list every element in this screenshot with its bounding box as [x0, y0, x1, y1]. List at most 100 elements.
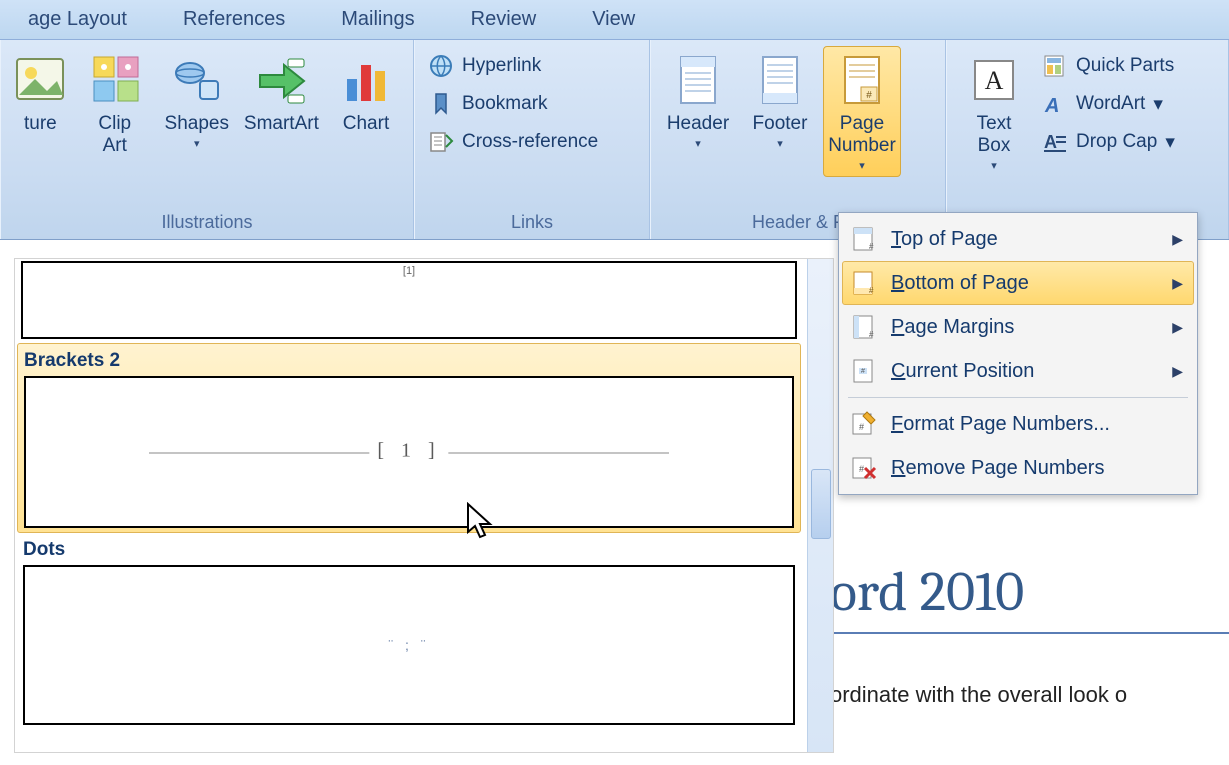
pagenumber-icon: #	[835, 51, 889, 109]
clipart-button[interactable]: Clip Art	[76, 46, 154, 162]
format-icon: #	[849, 410, 877, 438]
page-icon: #	[849, 313, 877, 341]
tab-view[interactable]: View	[564, 0, 663, 39]
picture-label: ture	[24, 113, 57, 135]
tab-mailings[interactable]: Mailings	[313, 0, 442, 39]
header-label: Header	[667, 113, 729, 135]
dropdown-arrow-icon: ▾	[859, 159, 865, 172]
gallery-preview[interactable]: [1]	[21, 261, 797, 339]
svg-text:#: #	[869, 286, 874, 295]
quickparts-label: Quick Parts	[1076, 55, 1174, 77]
submenu-arrow-icon: ▶	[1172, 275, 1183, 292]
group-text: A Text Box ▾ Quick Parts A	[946, 40, 1229, 239]
footer-button[interactable]: Footer ▾	[741, 46, 819, 155]
shapes-button[interactable]: Shapes ▾	[158, 46, 236, 155]
hyperlink-button[interactable]: Hyperlink	[423, 48, 609, 84]
menu-separator	[848, 397, 1188, 398]
svg-text:#: #	[869, 330, 874, 339]
smartart-button[interactable]: SmartArt	[240, 46, 323, 140]
svg-text:A: A	[1044, 132, 1057, 152]
gallery-preview: [ 1 ]	[24, 376, 794, 528]
textbox-icon: A	[967, 51, 1021, 109]
gallery-item-title: Brackets 2	[18, 344, 800, 376]
menu-bottom-of-page[interactable]: # Bottom of Page ▶	[842, 261, 1194, 305]
pagenumber-gallery: [1] Brackets 2 [ 1 ] Dots ¨ ; ¨	[14, 258, 834, 753]
gallery-preview: ¨ ; ¨	[23, 565, 795, 725]
dropdown-arrow-icon: ▾	[1153, 93, 1163, 116]
menu-remove-page-numbers[interactable]: # Remove Page Numbers	[842, 446, 1194, 490]
svg-text:#: #	[859, 422, 864, 432]
header-icon	[671, 51, 725, 109]
hyperlink-label: Hyperlink	[462, 55, 541, 77]
menu-top-of-page[interactable]: # Top of Page ▶	[842, 217, 1194, 261]
tab-references[interactable]: References	[155, 0, 313, 39]
menu-format-page-numbers[interactable]: # Format Page Numbers...	[842, 402, 1194, 446]
picture-button[interactable]: ture	[9, 46, 72, 140]
smartart-label: SmartArt	[244, 113, 319, 135]
gallery-item-brackets2[interactable]: Brackets 2 [ 1 ]	[17, 343, 801, 533]
preview-pagenum: ¨ ; ¨	[389, 637, 430, 653]
picture-icon	[13, 51, 67, 109]
document-title: ord 2010	[830, 560, 1229, 634]
document-content: ord 2010 ordinate with the overall look …	[830, 560, 1229, 708]
gallery-scrollbar[interactable]	[807, 259, 833, 752]
wordart-icon: A	[1042, 91, 1068, 117]
scrollbar-thumb[interactable]	[811, 469, 831, 539]
page-icon: #	[849, 225, 877, 253]
gallery-item-dots[interactable]: Dots ¨ ; ¨	[17, 533, 801, 725]
wordart-button[interactable]: A WordArt ▾	[1037, 86, 1186, 122]
footer-icon	[753, 51, 807, 109]
gallery-item-title: Dots	[17, 533, 801, 565]
group-links-label: Links	[417, 209, 647, 237]
pagenumber-label: Page Number	[828, 113, 896, 157]
clipart-icon	[88, 51, 142, 109]
submenu-arrow-icon: ▶	[1172, 319, 1183, 336]
pagenumber-menu: # Top of Page ▶ # Bottom of Page ▶ # Pag…	[838, 212, 1198, 495]
preview-pagenum: [1]	[403, 265, 415, 277]
textbox-label: Text Box	[977, 113, 1012, 157]
quickparts-icon	[1042, 53, 1068, 79]
hyperlink-icon	[428, 53, 454, 79]
svg-text:A: A	[1044, 95, 1059, 117]
submenu-arrow-icon: ▶	[1172, 231, 1183, 248]
footer-label: Footer	[753, 113, 808, 135]
dropcap-label: Drop Cap	[1076, 131, 1157, 153]
crossref-icon	[428, 129, 454, 155]
dropdown-arrow-icon: ▾	[695, 137, 701, 150]
chart-button[interactable]: Chart	[327, 46, 405, 140]
page-icon: #	[849, 357, 877, 385]
menu-current-position[interactable]: # Current Position ▶	[842, 349, 1194, 393]
header-button[interactable]: Header ▾	[659, 46, 737, 155]
wordart-label: WordArt	[1076, 93, 1145, 115]
bookmark-label: Bookmark	[462, 93, 548, 115]
svg-text:#: #	[861, 368, 865, 375]
ribbon-tabs: age Layout References Mailings Review Vi…	[0, 0, 1229, 40]
bookmark-button[interactable]: Bookmark	[423, 86, 609, 122]
preview-pagenum: [ 1 ]	[369, 439, 448, 462]
textbox-button[interactable]: A Text Box ▾	[955, 46, 1033, 177]
crossref-label: Cross-reference	[462, 131, 598, 153]
dropcap-button[interactable]: A Drop Cap ▾	[1037, 124, 1186, 160]
smartart-icon	[254, 51, 308, 109]
clipart-label: Clip Art	[98, 113, 131, 157]
dropdown-arrow-icon: ▾	[777, 137, 783, 150]
remove-icon: #	[849, 454, 877, 482]
menu-page-margins[interactable]: # Page Margins ▶	[842, 305, 1194, 349]
document-body-text: ordinate with the overall look o	[830, 682, 1229, 708]
group-headerfooter: Header ▾ Footer ▾ # Page Num	[650, 40, 946, 239]
crossref-button[interactable]: Cross-reference	[423, 124, 609, 160]
svg-text:#: #	[869, 242, 874, 251]
quickparts-button[interactable]: Quick Parts	[1037, 48, 1186, 84]
shapes-label: Shapes	[165, 113, 229, 135]
group-illustrations-label: Illustrations	[3, 209, 411, 237]
tab-review[interactable]: Review	[443, 0, 565, 39]
svg-text:#: #	[866, 90, 872, 101]
group-links: Hyperlink Bookmark Cross-reference	[414, 40, 650, 239]
dropdown-arrow-icon: ▾	[1165, 131, 1175, 154]
tab-page-layout[interactable]: age Layout	[0, 0, 155, 39]
dropdown-arrow-icon: ▾	[194, 137, 200, 150]
bookmark-icon	[428, 91, 454, 117]
svg-text:A: A	[985, 66, 1004, 95]
pagenumber-button[interactable]: # Page Number ▾	[823, 46, 901, 177]
group-illustrations: ture Clip Art Shapes	[0, 40, 414, 239]
